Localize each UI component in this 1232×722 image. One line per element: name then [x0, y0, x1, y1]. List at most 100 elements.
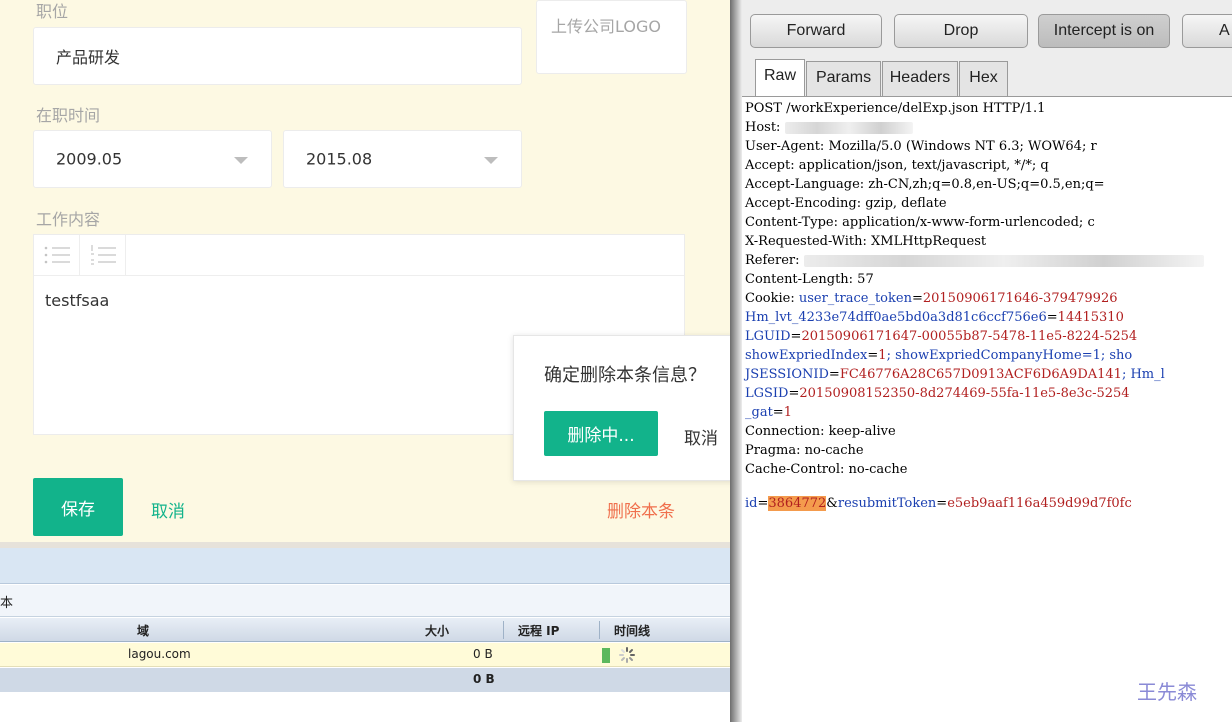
- cookie-line: _gat=1: [745, 405, 792, 420]
- row-domain: lagou.com: [128, 647, 191, 661]
- timeline-bar: [602, 648, 610, 663]
- position-value: 产品研发: [56, 48, 121, 67]
- cookie-line: LGSID=20150908152350-8d274469-55fa-11e5-…: [745, 386, 1130, 401]
- cookie-line: showExpriedIndex=1; showExpriedCompanyHo…: [745, 348, 1133, 363]
- cookie-value: 14415310: [1057, 310, 1124, 325]
- cookie-key: _gat: [745, 405, 773, 420]
- column-timeline[interactable]: 时间线: [614, 622, 650, 639]
- accept-language-header: Accept-Language: zh-CN,zh;q=0.8,en-US;q=…: [745, 177, 1105, 192]
- param-value: e5eb9aaf116a459d99d7f0fc: [947, 496, 1132, 511]
- connection-header: Connection: keep-alive: [745, 424, 896, 439]
- cookie-key: user_trace_token: [798, 291, 912, 306]
- save-button[interactable]: 保存: [33, 478, 123, 536]
- redacted-block: [784, 121, 913, 134]
- network-column-header: 域 大小 远程 IP 时间线: [0, 618, 730, 642]
- column-remote-ip[interactable]: 远程 IP: [518, 622, 559, 639]
- logo-upload-label: 上传公司LOGO: [551, 17, 661, 36]
- deleting-button[interactable]: 删除中...: [544, 411, 658, 456]
- experience-form: 职位 产品研发 上传公司LOGO 在职时间 2009.05 2015.08 工作…: [0, 0, 730, 542]
- content-type-header: Content-Type: application/x-www-form-url…: [745, 215, 1095, 230]
- totals-row: 0 B: [0, 668, 730, 692]
- host-header: Host:: [745, 118, 913, 137]
- numbered-list-icon: [91, 245, 116, 265]
- host-label: Host:: [745, 120, 785, 135]
- column-divider: [503, 621, 504, 639]
- end-date-select[interactable]: 2015.08: [283, 130, 522, 188]
- network-subheader: 本: [0, 585, 730, 617]
- accept-header: Accept: application/json, text/javascrip…: [745, 158, 1049, 173]
- start-date-select[interactable]: 2009.05: [33, 130, 272, 188]
- row-size: 0 B: [473, 647, 493, 661]
- request-line: POST /workExperience/delExp.json HTTP/1.…: [745, 101, 1046, 116]
- cookie-value: 1: [783, 405, 792, 420]
- popover-cancel-link[interactable]: 取消: [684, 424, 718, 449]
- cookie-value: 20150906171646-379479926: [922, 291, 1118, 306]
- column-divider: [599, 621, 600, 639]
- cache-control-header: Cache-Control: no-cache: [745, 462, 908, 477]
- content-text: testfsaa: [45, 291, 110, 310]
- column-domain[interactable]: 域: [137, 622, 149, 639]
- action-button[interactable]: A: [1182, 14, 1232, 48]
- content-length-header: Content-Length: 57: [745, 272, 874, 287]
- param-value-highlighted: 3864772: [768, 496, 827, 511]
- delete-link[interactable]: 删除本条: [607, 497, 675, 522]
- network-panel: 本 域 大小 远程 IP 时间线 lagou.com 0 B 0 B: [0, 542, 730, 722]
- end-date-value: 2015.08: [306, 149, 373, 169]
- pragma-header: Pragma: no-cache: [745, 443, 864, 458]
- column-size[interactable]: 大小: [425, 622, 449, 639]
- position-field[interactable]: 产品研发: [33, 27, 522, 85]
- cookie-value: 1: [878, 348, 887, 363]
- cookie-line: Hm_lvt_4233e74dff0ae5bd0a3d81c6ccf756e6=…: [745, 310, 1124, 325]
- cookie-line: Cookie: user_trace_token=20150906171646-…: [745, 291, 1118, 306]
- param-key: id: [745, 496, 758, 511]
- redacted-block: [803, 254, 1204, 267]
- numbered-list-button[interactable]: [80, 235, 126, 275]
- network-toolbar: [0, 548, 730, 584]
- cookie-label: Cookie:: [745, 291, 799, 306]
- tenure-label: 在职时间: [36, 106, 101, 125]
- cookie-suffix: ; showExpriedCompanyHome=1; sho: [886, 348, 1133, 363]
- cookie-value: 20150908152350-8d274469-55fa-11e5-8e3c-5…: [799, 386, 1130, 401]
- chevron-down-icon: [234, 157, 248, 164]
- cookie-suffix: ; Hm_l: [1121, 367, 1165, 382]
- cookie-value: 20150906171647-00055b87-5478-11e5-8224-5…: [801, 329, 1138, 344]
- drop-button[interactable]: Drop: [894, 14, 1028, 48]
- cookie-line: JSESSIONID=FC46776A28C657D0913ACF6D6A9DA…: [745, 367, 1165, 382]
- cookie-value: FC46776A28C657D0913ACF6D6A9DA141: [839, 367, 1122, 382]
- referer-label: Referer:: [745, 253, 804, 268]
- x-requested-with-header: X-Requested-With: XMLHttpRequest: [745, 234, 987, 249]
- referer-header: Referer:: [745, 251, 1204, 270]
- bullet-list-icon: [44, 246, 70, 264]
- cookie-key: LGSID: [745, 386, 789, 401]
- bullet-list-button[interactable]: [34, 235, 80, 275]
- cookie-key: Hm_lvt_4233e74dff0ae5bd0a3d81c6ccf756e6: [745, 310, 1047, 325]
- cookie-key: JSESSIONID: [745, 367, 829, 382]
- editor-toolbar: [34, 235, 684, 276]
- cookie-line: LGUID=20150906171647-00055b87-5478-11e5-…: [745, 329, 1138, 344]
- request-body: id=3864772&resubmitToken=e5eb9aaf116a459…: [745, 496, 1132, 511]
- confirm-message: 确定删除本条信息？: [544, 365, 706, 386]
- raw-request-editor[interactable]: POST /workExperience/delExp.json HTTP/1.…: [742, 96, 1232, 722]
- cookie-key: LGUID: [745, 329, 791, 344]
- cookie-key: showExpriedIndex: [745, 348, 868, 363]
- content-label: 工作内容: [36, 210, 101, 229]
- loading-spinner-icon: [619, 647, 635, 663]
- cancel-link[interactable]: 取消: [151, 497, 185, 522]
- watermark: 王先森: [1137, 680, 1197, 704]
- tab-hex[interactable]: Hex: [959, 61, 1008, 96]
- logo-upload[interactable]: 上传公司LOGO: [536, 0, 687, 74]
- user-agent-header: User-Agent: Mozilla/5.0 (Windows NT 6.3;…: [745, 139, 1097, 154]
- panel-edge-shadow: [730, 0, 742, 722]
- total-size: 0 B: [473, 672, 495, 686]
- tab-raw[interactable]: Raw: [755, 59, 805, 97]
- chevron-down-icon: [484, 157, 498, 164]
- delete-confirm-popover: 确定删除本条信息？ 删除中... 取消: [513, 335, 730, 481]
- position-label: 职位: [36, 2, 69, 21]
- table-row[interactable]: lagou.com 0 B: [0, 643, 730, 667]
- forward-button[interactable]: Forward: [750, 14, 882, 48]
- param-key: resubmitToken: [837, 496, 937, 511]
- start-date-value: 2009.05: [56, 149, 123, 169]
- intercept-toggle-button[interactable]: Intercept is on: [1038, 14, 1170, 48]
- tab-params[interactable]: Params: [806, 61, 881, 96]
- tab-headers[interactable]: Headers: [882, 61, 958, 96]
